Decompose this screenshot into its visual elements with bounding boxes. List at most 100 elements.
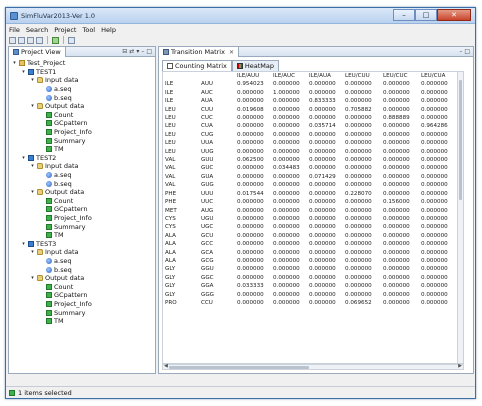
view-menu-icon[interactable]: ▾ bbox=[136, 48, 139, 55]
tree-item[interactable]: ▾ Output data bbox=[30, 274, 84, 283]
table-row[interactable]: PRO CCU 0.000000 0.000000 0.000000 0.069652 0.… bbox=[163, 299, 457, 307]
expand-toggle-icon[interactable]: ▾ bbox=[21, 155, 26, 161]
tree-item[interactable]: ▾ Input data bbox=[30, 248, 78, 257]
tree-item[interactable]: b.seq bbox=[39, 93, 72, 102]
table-row[interactable]: CYS UGC 0.000000 0.000000 0.000000 0.000000 0.… bbox=[163, 223, 457, 231]
tab-heatmap[interactable]: HeatMap bbox=[231, 60, 280, 71]
table-row[interactable]: VAL GUG 0.000000 0.000000 0.000000 0.000000 0.… bbox=[163, 181, 457, 189]
tree-item[interactable]: TM bbox=[39, 317, 64, 326]
expand-toggle-icon[interactable]: ▾ bbox=[12, 60, 17, 66]
table-row[interactable]: CYS UGU 0.000000 0.000000 0.000000 0.000000 0.… bbox=[163, 215, 457, 223]
tree-item[interactable]: GCpattern bbox=[39, 119, 87, 128]
tree-item[interactable]: Project_Info bbox=[39, 300, 92, 309]
table-row[interactable]: LEU UUA 0.000000 0.000000 0.000000 0.000000 0.… bbox=[163, 139, 457, 147]
menu-search[interactable]: Search bbox=[26, 25, 48, 35]
tree-item[interactable]: a.seq bbox=[39, 257, 72, 266]
vertical-scrollbar[interactable] bbox=[457, 72, 463, 363]
table-row[interactable]: VAL GUU 0.062500 0.000000 0.000000 0.000000 0.… bbox=[163, 156, 457, 164]
minimize-button[interactable]: – bbox=[393, 9, 415, 21]
menu-tool[interactable]: Tool bbox=[82, 25, 95, 35]
tree-item[interactable]: a.seq bbox=[39, 85, 72, 94]
table-row[interactable]: LEU UUG 0.000000 0.000000 0.000000 0.000000 0.… bbox=[163, 148, 457, 156]
tree-item[interactable]: Count bbox=[39, 111, 73, 120]
table-row[interactable]: ALA GCU 0.000000 0.000000 0.000000 0.000000 0.… bbox=[163, 232, 457, 240]
run-icon[interactable] bbox=[52, 36, 59, 44]
table-row[interactable]: VAL GUA 0.000000 0.000000 0.071429 0.000000 0.… bbox=[163, 173, 457, 181]
horizontal-scrollbar[interactable]: ◀ ▶ bbox=[162, 363, 464, 370]
tree-item[interactable]: Summary bbox=[39, 222, 85, 231]
tool-icon[interactable] bbox=[68, 36, 75, 44]
tree-item[interactable]: ▾ Output data bbox=[30, 188, 84, 197]
tree-item[interactable]: TM bbox=[39, 145, 64, 154]
table-row[interactable]: ILE AUU 0.954023 0.000000 0.000000 0.000000 0.… bbox=[163, 80, 457, 88]
tree-item[interactable]: ▾ TEST3 bbox=[21, 240, 56, 249]
tab-counting-matrix[interactable]: Counting Matrix bbox=[162, 60, 232, 71]
expand-toggle-icon[interactable]: ▾ bbox=[30, 163, 35, 169]
tree-item[interactable]: ▾ TEST1 bbox=[21, 68, 56, 77]
tree-item[interactable]: TM bbox=[39, 231, 64, 240]
tab-transition-matrix[interactable]: Transition Matrix ✕ bbox=[159, 47, 239, 57]
tree-item[interactable]: Summary bbox=[39, 308, 85, 317]
tree-item[interactable]: b.seq bbox=[39, 179, 72, 188]
table-row[interactable]: GLY GGG 0.000000 0.000000 0.000000 0.000000 0.… bbox=[163, 291, 457, 299]
table-row[interactable]: ALA GCA 0.000000 0.000000 0.000000 0.000000 0.… bbox=[163, 249, 457, 257]
collapse-all-icon[interactable]: ⊟ bbox=[122, 48, 127, 55]
expand-toggle-icon[interactable]: ▾ bbox=[30, 189, 35, 195]
table-row[interactable]: ILE AUC 0.000000 1.000000 0.000000 0.000000 0.… bbox=[163, 89, 457, 97]
maximize-button[interactable]: □ bbox=[415, 9, 437, 21]
table-row[interactable]: ALA GCG 0.000000 0.000000 0.000000 0.000000 0.… bbox=[163, 257, 457, 265]
tree-item[interactable]: Count bbox=[39, 283, 73, 292]
close-project-icon[interactable] bbox=[36, 36, 43, 44]
expand-toggle-icon[interactable]: ▾ bbox=[30, 275, 35, 281]
menu-file[interactable]: File bbox=[9, 25, 20, 35]
scroll-left-icon[interactable]: ◀ bbox=[164, 363, 168, 369]
tree-item[interactable]: a.seq bbox=[39, 171, 72, 180]
tree-item[interactable]: b.seq bbox=[39, 265, 72, 274]
column-header[interactable]: LEU/CUC bbox=[381, 72, 419, 80]
link-editor-icon[interactable]: ⇄ bbox=[129, 48, 134, 55]
column-header[interactable]: ILE/AUU bbox=[235, 72, 271, 80]
column-header[interactable]: LEU/CUA bbox=[419, 72, 457, 80]
table-row[interactable]: LEU CUG 0.000000 0.000000 0.000000 0.000000 0.… bbox=[163, 131, 457, 139]
minimize-view-icon[interactable]: – bbox=[141, 48, 144, 55]
table-row[interactable]: VAL GUC 0.000000 0.034483 0.000000 0.000000 0.… bbox=[163, 164, 457, 172]
horizontal-scroll-thumb[interactable] bbox=[169, 366, 309, 369]
table-row[interactable]: LEU CUU 0.019608 0.000000 0.000000 0.705882 0.… bbox=[163, 106, 457, 114]
tree-item[interactable]: GCpattern bbox=[39, 291, 87, 300]
table-row[interactable]: GLY GGA 0.033333 0.000000 0.000000 0.000000 0.… bbox=[163, 282, 457, 290]
table-row[interactable]: ALA GCC 0.000000 0.000000 0.000000 0.000000 0.… bbox=[163, 240, 457, 248]
expand-toggle-icon[interactable]: ▾ bbox=[21, 241, 26, 247]
table-row[interactable]: GLY GGU 0.000000 0.000000 0.000000 0.000000 0.… bbox=[163, 265, 457, 273]
tree-item[interactable]: Count bbox=[39, 197, 73, 206]
expand-toggle-icon[interactable]: ▾ bbox=[30, 103, 35, 109]
tree-item[interactable]: ▾ Input data bbox=[30, 76, 78, 85]
scroll-right-icon[interactable]: ▶ bbox=[458, 363, 462, 369]
column-header[interactable]: ILE/AUC bbox=[271, 72, 307, 80]
maximize-view-icon[interactable]: □ bbox=[146, 48, 152, 55]
table-row[interactable]: ILE AUA 0.000000 0.000000 0.833333 0.000000 0.… bbox=[163, 97, 457, 105]
column-header[interactable] bbox=[163, 72, 199, 80]
tree-item[interactable]: GCpattern bbox=[39, 205, 87, 214]
close-tab-icon[interactable]: ✕ bbox=[229, 49, 234, 56]
tree-item[interactable]: Project_Info bbox=[39, 214, 92, 223]
menu-project[interactable]: Project bbox=[54, 25, 76, 35]
open-icon[interactable] bbox=[18, 36, 25, 44]
expand-toggle-icon[interactable]: ▾ bbox=[30, 249, 35, 255]
table-row[interactable]: PHE UUU 0.017544 0.000000 0.000000 0.228070 0.… bbox=[163, 190, 457, 198]
new-icon[interactable] bbox=[9, 36, 16, 44]
minimize-editor-icon[interactable]: – bbox=[459, 48, 462, 55]
column-header[interactable]: ILE/AUA bbox=[307, 72, 343, 80]
tab-project-view[interactable]: Project View bbox=[9, 47, 66, 57]
vertical-scroll-thumb[interactable] bbox=[459, 80, 462, 200]
table-row[interactable]: PHE UUC 0.000000 0.000000 0.000000 0.000000 0.… bbox=[163, 198, 457, 206]
column-header[interactable]: LEU/CUU bbox=[343, 72, 381, 80]
tree-item[interactable]: Summary bbox=[39, 136, 85, 145]
expand-toggle-icon[interactable]: ▾ bbox=[21, 69, 26, 75]
save-icon[interactable] bbox=[27, 36, 34, 44]
maximize-editor-icon[interactable]: □ bbox=[464, 48, 470, 55]
table-row[interactable]: LEU CUA 0.000000 0.000000 0.035714 0.000000 0.… bbox=[163, 122, 457, 130]
column-header[interactable] bbox=[199, 72, 235, 80]
tree-item[interactable]: ▾ Input data bbox=[30, 162, 78, 171]
close-button[interactable]: ✕ bbox=[437, 9, 471, 21]
table-row[interactable]: MET AUG 0.000000 0.000000 0.000000 0.000000 0.… bbox=[163, 207, 457, 215]
